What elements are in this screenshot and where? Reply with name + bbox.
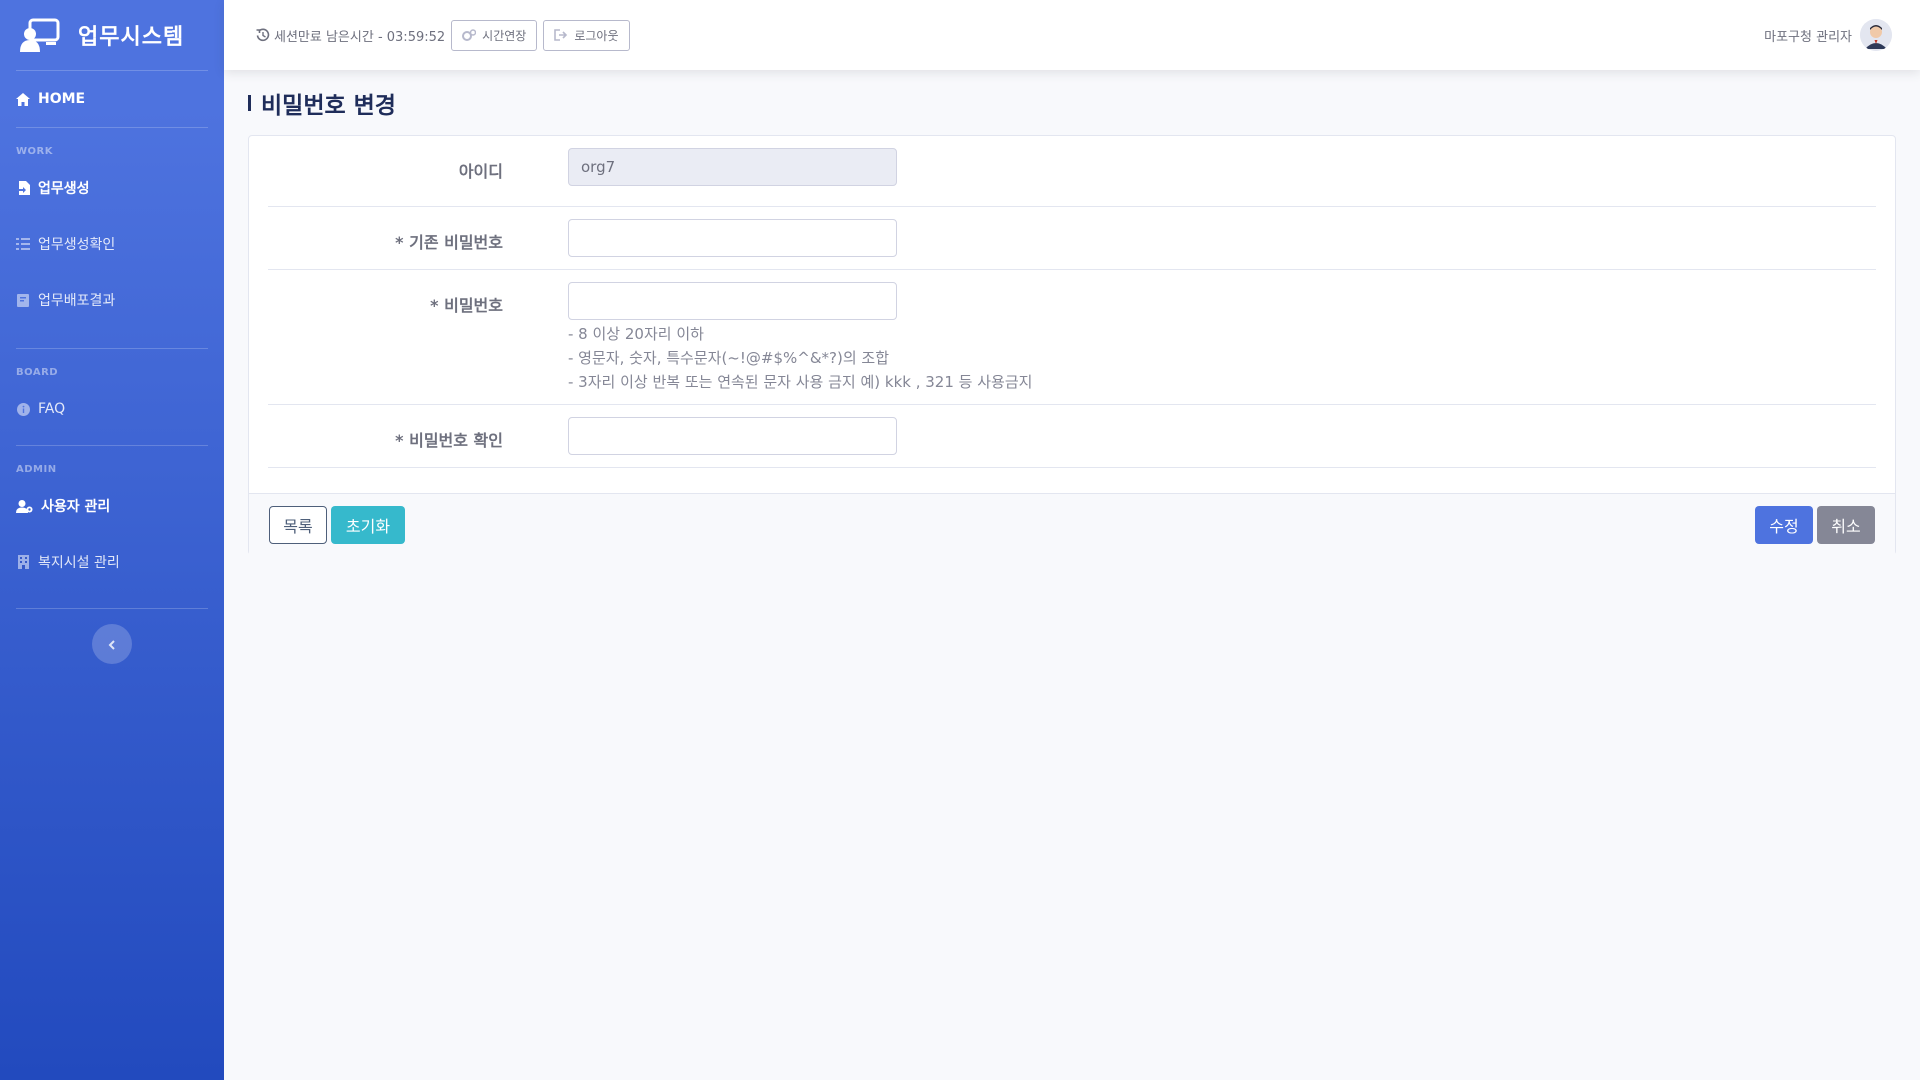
logout-button[interactable]: 로그아웃 [543,19,630,51]
building-icon [16,555,30,569]
sidebar-item-faq[interactable]: FAQ [0,381,224,437]
chevron-left-icon [108,635,116,654]
avatar [1860,19,1892,51]
cogs-icon [462,29,477,41]
report-icon [16,293,30,307]
cancel-button[interactable]: 취소 [1817,506,1875,544]
id-field[interactable] [568,148,897,186]
file-import-icon [16,181,30,195]
extend-session-button[interactable]: 시간연장 [451,19,538,51]
sidebar-item-job-result[interactable]: 업무배포결과 [0,272,224,328]
confirm-password-label: * 비밀번호 확인 [395,431,503,450]
sidebar-item-user-admin[interactable]: 사용자 관리 [0,478,224,534]
form-row-confirm-password: * 비밀번호 확인 [268,405,1876,468]
reset-button[interactable]: 초기화 [331,506,405,544]
sign-out-icon [554,29,568,41]
session-timer: 세션만료 남은시간 - 03:59:52 [256,26,445,45]
info-circle-icon [16,402,30,416]
save-button[interactable]: 수정 [1755,506,1813,544]
list-icon [16,237,30,251]
confirm-password-field[interactable] [568,417,897,455]
current-password-field[interactable] [568,219,897,257]
sidebar-toggle-button[interactable] [92,624,132,664]
sidebar-heading-work: WORK [16,146,53,157]
new-password-label: * 비밀번호 [430,296,503,315]
sidebar: 업무시스템 HOME WORK 업무생성 업무생성확인 업무배포결과 BOARD… [0,0,224,1080]
list-button[interactable]: 목록 [269,506,327,544]
sidebar-item-label: 복지시설 관리 [38,555,120,571]
sidebar-item-label: 사용자 관리 [41,499,111,515]
sidebar-heading-admin: ADMIN [16,464,57,475]
sidebar-divider [16,608,208,609]
form-row-current-password: * 기존 비밀번호 [268,207,1876,270]
topbar: 세션만료 남은시간 - 03:59:52 시간연장 로그아웃 마포구청 관리자 [224,0,1920,70]
brand-title: 업무시스템 [78,25,185,50]
sidebar-item-label: HOME [38,91,86,107]
user-desk-icon [20,18,60,52]
user-name: 마포구청 관리자 [1764,29,1852,45]
home-icon [16,92,30,106]
password-hint: - 3자리 이상 반복 또는 연속된 문자 사용 금지 예) kkk , 321… [568,373,1033,391]
sidebar-item-job-create[interactable]: 업무생성 [0,160,224,216]
password-hint: - 영문자, 숫자, 특수문자(~!@#$%^&*?)의 조합 [568,349,889,367]
extend-session-label: 시간연장 [482,28,527,43]
title-bar [248,95,251,111]
logout-label: 로그아웃 [574,28,619,43]
history-icon [256,28,270,42]
sidebar-item-label: 업무생성 [38,181,90,197]
password-form-card: 아이디 * 기존 비밀번호 * 비밀번호 - 8 이상 20자리 이하 - 영문… [248,135,1896,555]
form-row-new-password: * 비밀번호 - 8 이상 20자리 이하 - 영문자, 숫자, 특수문자(~!… [268,270,1876,405]
password-hints: - 8 이상 20자리 이하 - 영문자, 숫자, 특수문자(~!@#$%^&*… [568,322,1032,394]
user-menu[interactable]: 마포구청 관리자 [1764,0,1892,70]
new-password-field[interactable] [568,282,897,320]
form-footer: 목록 초기화 수정 취소 [249,493,1895,555]
sidebar-item-facility-admin[interactable]: 복지시설 관리 [0,534,224,590]
page-title: 비밀번호 변경 [248,86,396,120]
brand[interactable]: 업무시스템 [0,0,224,70]
sidebar-item-job-check[interactable]: 업무생성확인 [0,216,224,272]
sidebar-item-label: 업무배포결과 [38,293,116,309]
password-hint: - 8 이상 20자리 이하 [568,325,704,343]
form-row-id: 아이디 [268,136,1876,207]
current-password-label: * 기존 비밀번호 [395,233,503,252]
sidebar-item-home[interactable]: HOME [0,71,224,127]
sidebar-heading-board: BOARD [16,367,59,378]
user-cog-icon [16,499,33,513]
session-text: 세션만료 남은시간 - 03:59:52 [274,29,446,45]
sidebar-item-label: FAQ [38,401,66,417]
sidebar-item-label: 업무생성확인 [38,237,116,253]
id-label: 아이디 [458,162,503,181]
page-title-text: 비밀번호 변경 [261,93,396,119]
